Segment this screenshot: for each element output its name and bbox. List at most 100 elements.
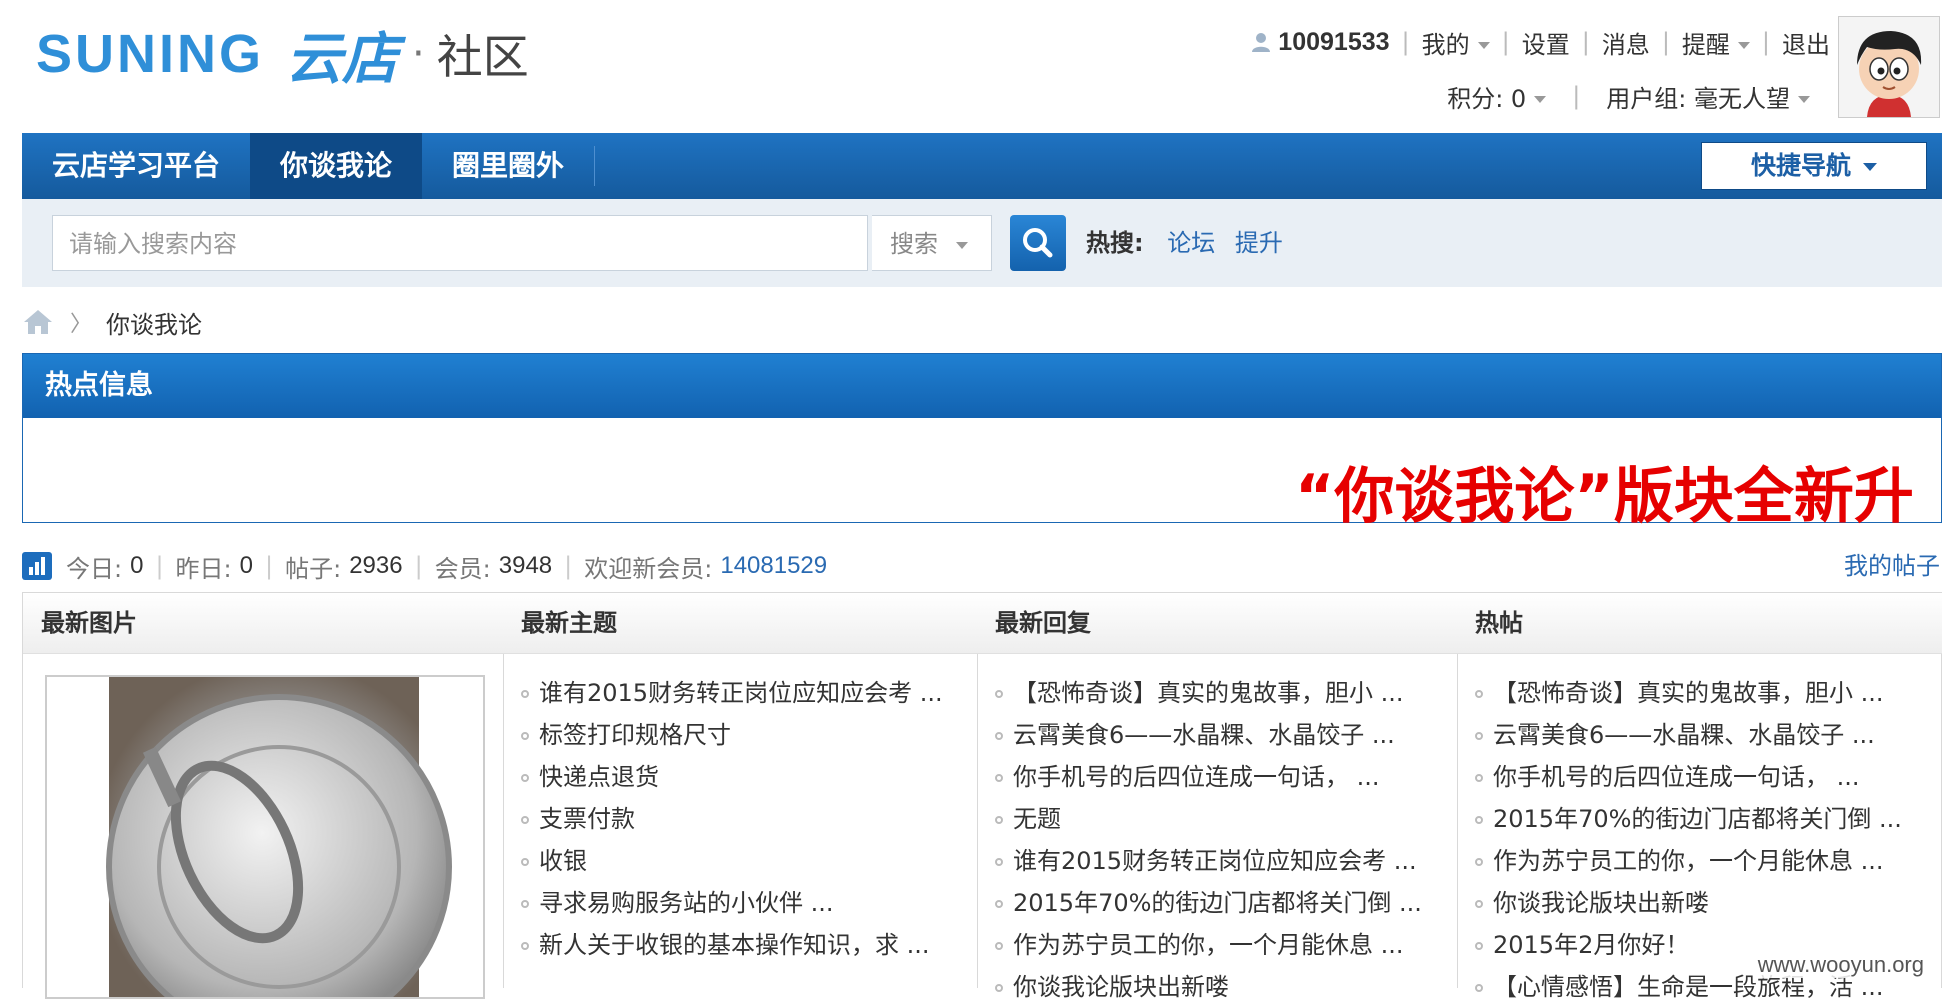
points-label: 积分: 0	[1447, 84, 1527, 113]
nav-tab-circle[interactable]: 圈里圈外	[422, 133, 594, 199]
list-item[interactable]: 你手机号的后四位连成一句话， ...	[1475, 756, 1942, 798]
site-logo[interactable]: SUNING 云店 · 社区	[36, 14, 529, 94]
my-posts-link[interactable]: 我的帖子	[1844, 548, 1940, 584]
points-menu[interactable]: 积分: 0	[1447, 79, 1547, 114]
bullet-icon	[1475, 774, 1483, 782]
bullet-icon	[995, 816, 1003, 824]
reply-link: 你手机号的后四位连成一句话， ...	[1013, 763, 1380, 791]
reply-link: 【恐怖奇谈】真实的鬼故事，胆小 ...	[1013, 679, 1404, 707]
list-item[interactable]: 收银	[521, 840, 977, 882]
chevron-down-icon	[956, 241, 968, 249]
list-item[interactable]: 谁有2015财务转正岗位应知应会考 ...	[521, 672, 977, 714]
list-item[interactable]: 云霄美食6——水晶粿、水晶饺子 ...	[995, 714, 1457, 756]
topic-link: 快递点退货	[539, 763, 659, 791]
topic-link: 谁有2015财务转正岗位应知应会考 ...	[539, 679, 943, 707]
column-title: 最新回复	[977, 593, 1457, 654]
list-item[interactable]: 无题	[995, 798, 1457, 840]
bullet-icon	[521, 900, 529, 908]
bullet-icon	[521, 774, 529, 782]
list-item[interactable]: 2015年70%的街边门店都将关门倒 ...	[1475, 798, 1942, 840]
list-item[interactable]: 【恐怖奇谈】真实的鬼故事，胆小 ...	[995, 672, 1457, 714]
bullet-icon	[1475, 942, 1483, 950]
reply-link: 2015年70%的街边门店都将关门倒 ...	[1013, 889, 1422, 917]
home-icon[interactable]	[22, 308, 54, 336]
nav-tab-discussion[interactable]: 你谈我论	[250, 133, 423, 199]
hot-info-marquee[interactable]: “你谈我论”版块全新升	[1295, 448, 1914, 535]
hot-term-improve[interactable]: 提升	[1235, 229, 1283, 257]
content-columns: 最新图片 最新主题 谁有2015财务转正岗位应知应会考 ... 标签打印规格尺寸…	[22, 592, 1942, 1008]
list-item[interactable]: 2015年70%的街边门店都将关门倒 ...	[995, 882, 1457, 924]
search-button[interactable]	[1010, 215, 1066, 271]
topic-link: 支票付款	[539, 805, 635, 833]
logo-product: 云店	[286, 25, 399, 92]
divider	[594, 146, 596, 186]
bullet-icon	[995, 942, 1003, 950]
search-type-select[interactable]: 搜索	[872, 215, 992, 271]
list-item[interactable]: 支票付款	[521, 798, 977, 840]
reply-link: 作为苏宁员工的你，一个月能休息 ...	[1013, 931, 1404, 959]
nav-tab-learning[interactable]: 云店学习平台	[22, 133, 250, 199]
topic-link: 寻求易购服务站的小伙伴 ...	[539, 889, 834, 917]
list-item[interactable]: 云霄美食6——水晶粿、水晶饺子 ...	[1475, 714, 1942, 756]
settings-link[interactable]: 设置	[1522, 25, 1570, 60]
list-item[interactable]: 标签打印规格尺寸	[521, 714, 977, 756]
messages-link[interactable]: 消息	[1602, 25, 1650, 60]
divider: |	[1581, 28, 1590, 56]
my-menu[interactable]: 我的	[1422, 25, 1490, 60]
hot-term-forum[interactable]: 论坛	[1167, 229, 1215, 257]
logout-link[interactable]: 退出	[1782, 25, 1830, 60]
bullet-icon	[1475, 900, 1483, 908]
bullet-icon	[1475, 984, 1483, 992]
bar-chart-icon	[22, 552, 52, 580]
list-item[interactable]: 【恐怖奇谈】真实的鬼故事，胆小 ...	[1475, 672, 1942, 714]
usergroup-menu[interactable]: 用户组: 毫无人望	[1606, 79, 1810, 114]
avatar-cartoon-icon	[1839, 17, 1939, 117]
divider: |	[564, 552, 573, 580]
column-latest-topics: 最新主题 谁有2015财务转正岗位应知应会考 ... 标签打印规格尺寸 快递点退…	[503, 593, 978, 988]
list-item[interactable]: 快递点退货	[521, 756, 977, 798]
avatar[interactable]	[1838, 16, 1940, 118]
list-item[interactable]: 寻求易购服务站的小伙伴 ...	[521, 882, 977, 924]
stat-members-label: 会员:	[434, 554, 491, 583]
column-latest-replies: 最新回复 【恐怖奇谈】真实的鬼故事，胆小 ... 云霄美食6——水晶粿、水晶饺子…	[977, 593, 1458, 1001]
stat-today-label: 今日:	[66, 554, 123, 583]
chevron-down-icon	[1863, 163, 1877, 171]
user-id-link[interactable]: 10091533	[1278, 28, 1389, 57]
newest-member-link[interactable]: 14081529	[720, 552, 827, 580]
column-latest-photos: 最新图片	[23, 593, 504, 1008]
list-item[interactable]: 新人关于收银的基本操作知识，求 ...	[521, 924, 977, 966]
forum-stats: 今日: 0 | 昨日: 0 | 帖子: 2936 | 会员: 3948 | 欢迎新会员:…	[22, 548, 827, 584]
list-item[interactable]: 谁有2015财务转正岗位应知应会考 ...	[995, 840, 1457, 882]
hot-post-link: 你手机号的后四位连成一句话， ...	[1493, 763, 1860, 791]
stat-yesterday-value: 0	[239, 552, 253, 579]
reminders-menu[interactable]: 提醒	[1682, 25, 1750, 60]
list-item[interactable]: 作为苏宁员工的你，一个月能休息 ...	[1475, 840, 1942, 882]
list-item[interactable]: 作为苏宁员工的你，一个月能休息 ...	[995, 924, 1457, 966]
reply-link: 云霄美食6——水晶粿、水晶饺子 ...	[1013, 721, 1395, 749]
stat-today-value: 0	[130, 552, 144, 579]
list-item[interactable]: 你谈我论版块出新喽	[995, 966, 1457, 1008]
column-hot-posts: 热帖 【恐怖奇谈】真实的鬼故事，胆小 ... 云霄美食6——水晶粿、水晶饺子 .…	[1457, 593, 1942, 1001]
list-item[interactable]: 你手机号的后四位连成一句话， ...	[995, 756, 1457, 798]
topic-link: 收银	[539, 847, 587, 875]
quick-nav-button[interactable]: 快捷导航	[1701, 142, 1927, 190]
reply-link: 无题	[1013, 805, 1061, 833]
hot-post-link: 2015年70%的街边门店都将关门倒 ...	[1493, 805, 1902, 833]
stat-posts-value: 2936	[349, 552, 403, 579]
bullet-icon	[521, 816, 529, 824]
bullet-icon	[1475, 690, 1483, 698]
bullet-icon	[521, 690, 529, 698]
hot-post-link: 2015年2月你好！	[1493, 931, 1690, 959]
watermark: www.wooyun.org	[1753, 952, 1928, 978]
reply-link: 你谈我论版块出新喽	[1013, 973, 1229, 1001]
hot-info-title: 热点信息	[23, 354, 1941, 418]
latest-photo[interactable]	[45, 675, 485, 1008]
breadcrumb-separator: 〉	[70, 312, 93, 337]
main-nav: 云店学习平台 你谈我论 圈里圈外 快捷导航	[22, 133, 1942, 199]
bullet-icon	[1475, 858, 1483, 866]
breadcrumb-current: 你谈我论	[106, 310, 203, 339]
search-input[interactable]: 请输入搜索内容	[52, 215, 868, 271]
list-item[interactable]: 你谈我论版块出新喽	[1475, 882, 1942, 924]
divider: |	[1401, 28, 1410, 56]
user-icon	[1252, 33, 1271, 52]
